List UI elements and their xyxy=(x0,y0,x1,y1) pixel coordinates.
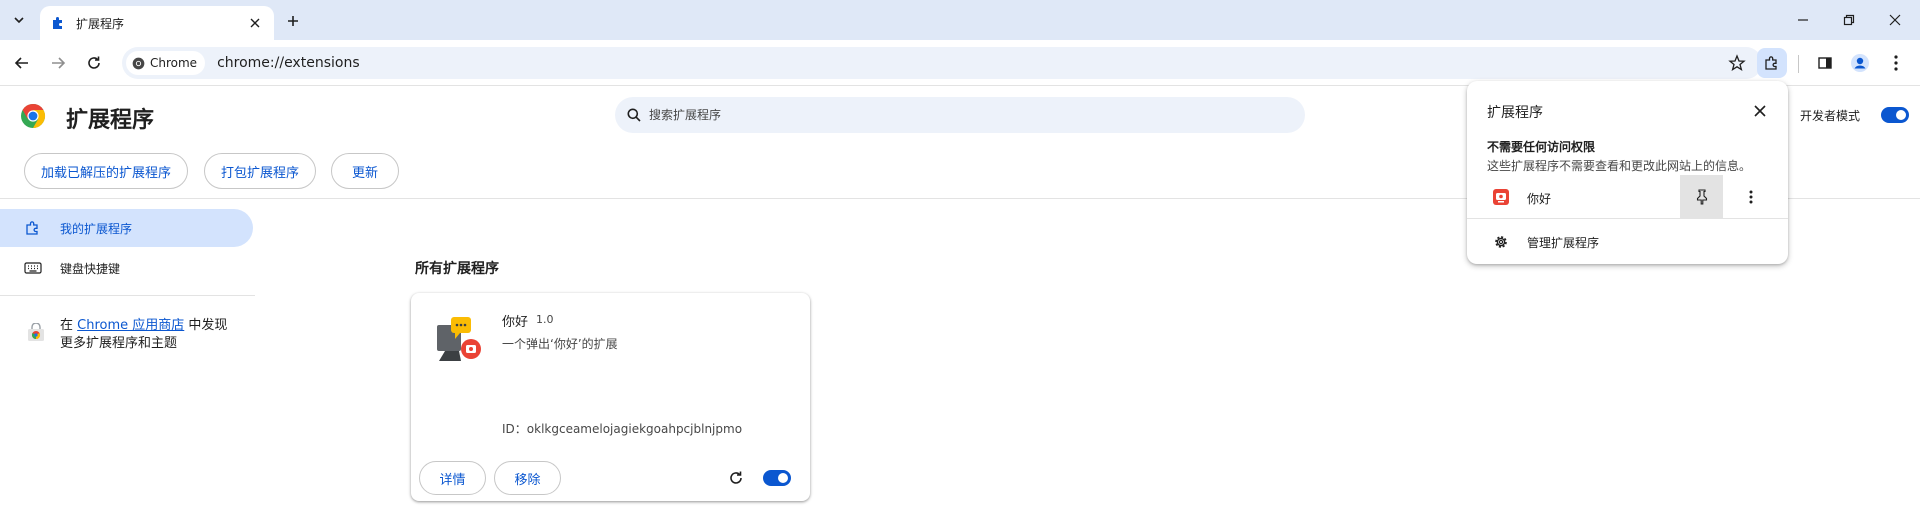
store-suffix: 中发现 xyxy=(188,318,228,333)
sidebar-item-my-extensions[interactable]: 我的扩展程序 xyxy=(0,209,253,247)
address-bar[interactable]: Chrome chrome://extensions xyxy=(122,47,1762,79)
more-vert-icon xyxy=(1749,190,1753,204)
gear-icon xyxy=(1495,236,1507,248)
minimize-button[interactable] xyxy=(1780,0,1826,40)
sidebar-item-label: 键盘快捷键 xyxy=(60,261,121,276)
restore-button[interactable] xyxy=(1826,0,1872,40)
store-prefix: 在 xyxy=(60,318,74,333)
extension-description: 一个弹出‘你好’的扩展 xyxy=(502,337,618,351)
toolbar-separator xyxy=(1798,55,1799,73)
restore-icon xyxy=(1843,14,1855,26)
chrome-logo-icon xyxy=(132,57,145,69)
section-title: 所有扩展程序 xyxy=(415,261,499,277)
extension-id: ID：oklkgceamelojagiekgoahpcjblnjpmo xyxy=(502,422,743,436)
web-store-promo: 在 Chrome 应用商店 中发现 更多扩展程序和主题 xyxy=(26,317,256,353)
plus-icon xyxy=(288,16,298,26)
tab-strip: 扩展程序 xyxy=(0,0,1920,40)
extension-hello-icon xyxy=(1493,189,1509,209)
browser-menu-button[interactable] xyxy=(1881,48,1911,78)
store-line2: 更多扩展程序和主题 xyxy=(60,336,178,351)
sidebar-item-keyboard-shortcuts[interactable]: 键盘快捷键 xyxy=(0,249,253,287)
popup-close-icon[interactable] xyxy=(1750,101,1770,121)
reload-icon xyxy=(88,56,100,69)
tab-search-button[interactable] xyxy=(6,8,32,32)
extensions-popup: 扩展程序 不需要任何访问权限 这些扩展程序不需要查看和更改此网站上的信息。 你好… xyxy=(1467,81,1788,264)
extensions-menu-button[interactable] xyxy=(1757,48,1787,78)
pin-button[interactable] xyxy=(1680,175,1723,218)
search-icon xyxy=(627,108,641,122)
developer-mode-toggle[interactable] xyxy=(1881,107,1909,123)
browser-toolbar: Chrome chrome://extensions xyxy=(0,40,1920,86)
tab-title: 扩展程序 xyxy=(76,16,125,31)
popup-access-heading: 不需要任何访问权限 xyxy=(1487,140,1596,154)
extension-card: 你好 1.0 一个弹出‘你好’的扩展 ID：oklkgceamelojagiek… xyxy=(411,293,810,501)
extension-enable-toggle[interactable] xyxy=(763,470,791,486)
extension-more-button[interactable] xyxy=(1739,185,1763,209)
popup-extension-name: 你好 xyxy=(1527,192,1552,206)
url-text[interactable]: chrome://extensions xyxy=(217,55,360,71)
sidebar-divider xyxy=(0,295,255,296)
browser-tab[interactable]: 扩展程序 xyxy=(40,6,274,40)
avatar-icon xyxy=(1851,54,1869,72)
page-title: 扩展程序 xyxy=(66,108,155,133)
pack-extension-button[interactable]: 打包扩展程序 xyxy=(204,153,316,189)
extension-name: 你好 xyxy=(502,315,529,330)
tab-close-icon[interactable] xyxy=(246,14,264,32)
pin-icon xyxy=(1696,188,1707,205)
remove-button[interactable]: 移除 xyxy=(494,461,561,495)
manage-extensions-label: 管理扩展程序 xyxy=(1527,235,1600,250)
web-store-link[interactable]: Chrome 应用商店 xyxy=(77,318,184,333)
close-window-button[interactable] xyxy=(1872,0,1918,40)
popup-extension-row[interactable]: 你好 xyxy=(1467,175,1788,219)
extension-version: 1.0 xyxy=(536,313,554,326)
web-store-text: 在 Chrome 应用商店 中发现 更多扩展程序和主题 xyxy=(60,317,227,353)
extension-puzzle-icon xyxy=(1765,56,1777,70)
reload-extension-icon[interactable] xyxy=(728,470,744,490)
sidebar-item-label: 我的扩展程序 xyxy=(60,221,133,236)
details-button[interactable]: 详情 xyxy=(419,461,486,495)
web-store-icon xyxy=(28,323,44,341)
manage-extensions-item[interactable]: 管理扩展程序 xyxy=(1467,226,1788,258)
extension-hello-icon xyxy=(435,315,483,367)
chevron-down-icon xyxy=(14,17,24,24)
popup-access-subtext: 这些扩展程序不需要查看和更改此网站上的信息。 xyxy=(1487,159,1752,173)
arrow-right-icon xyxy=(52,57,66,69)
forward-button[interactable] xyxy=(43,48,73,78)
extension-puzzle-icon xyxy=(53,17,62,29)
side-panel-icon xyxy=(1818,57,1832,69)
popup-title: 扩展程序 xyxy=(1487,105,1543,121)
arrow-left-icon xyxy=(14,57,28,69)
keyboard-icon xyxy=(24,262,42,274)
close-icon xyxy=(1889,14,1901,26)
new-tab-button[interactable] xyxy=(280,8,306,34)
back-button[interactable] xyxy=(7,48,37,78)
profile-button[interactable] xyxy=(1845,48,1875,78)
extension-search-bar[interactable] xyxy=(615,97,1305,133)
bookmark-star-icon[interactable] xyxy=(1728,54,1746,76)
chip-label: Chrome xyxy=(150,56,198,70)
more-vert-icon xyxy=(1894,55,1898,71)
load-unpacked-button[interactable]: 加载已解压的扩展程序 xyxy=(24,153,188,189)
extension-puzzle-icon xyxy=(26,221,38,235)
chrome-chip[interactable]: Chrome xyxy=(126,51,206,75)
side-panel-button[interactable] xyxy=(1810,48,1840,78)
developer-mode-label: 开发者模式 xyxy=(1800,109,1861,123)
reload-button[interactable] xyxy=(79,48,109,78)
chrome-logo-icon xyxy=(20,103,46,133)
update-button[interactable]: 更新 xyxy=(331,153,399,189)
search-input[interactable] xyxy=(649,108,1249,122)
minimize-icon xyxy=(1798,19,1808,21)
